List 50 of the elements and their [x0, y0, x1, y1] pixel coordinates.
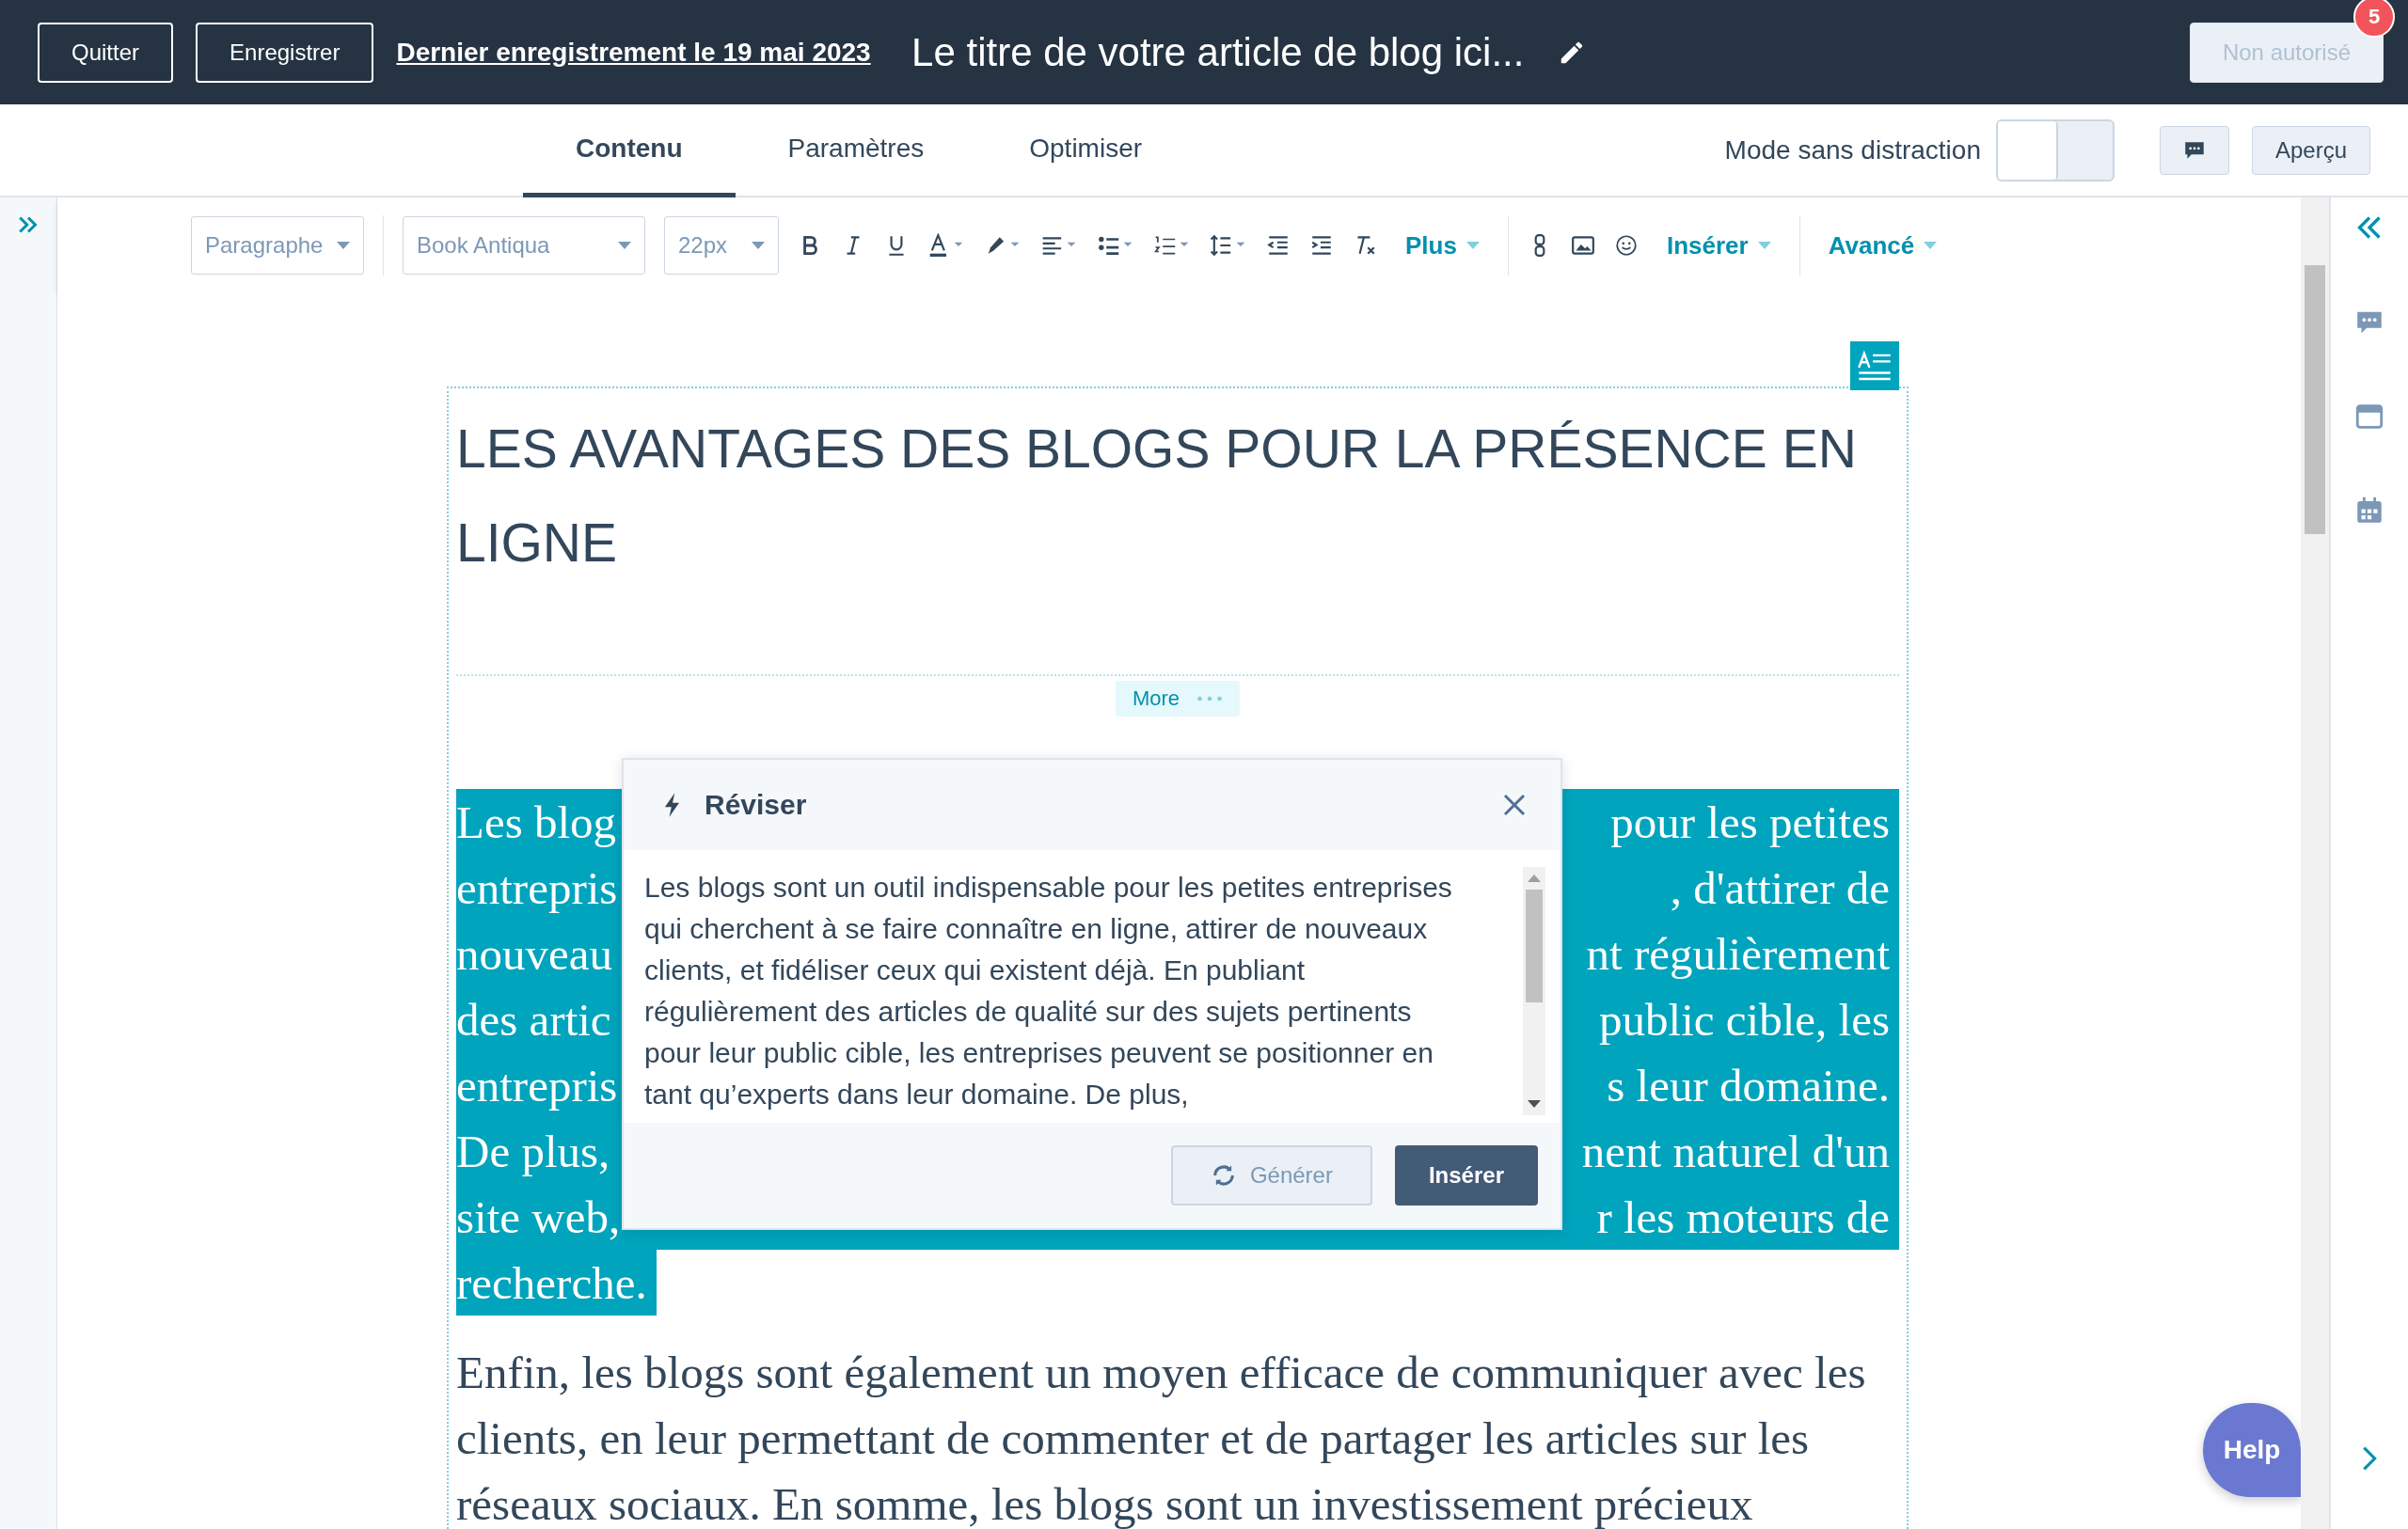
scrollbar[interactable]	[1523, 867, 1545, 1115]
article-title: LES AVANTAGES DES BLOGS POUR LA PRÉSENCE EN LIGNE	[456, 418, 1858, 575]
help-button[interactable]: Help	[2203, 1403, 2301, 1497]
paragraph-text: Enfin, les blogs sont également un moyen efficace de communiquer avec les clients, en leur permettant de commenter et de partager les articles sur les réseaux sociaux. En somme, les blogs sont un investissement précieux	[456, 1346, 1867, 1529]
selected-text: nent naturel d'un	[1581, 1124, 1890, 1178]
font-size-dropdown[interactable]: 22px	[664, 216, 779, 275]
top-bar-button[interactable]: Quitter	[38, 22, 174, 83]
image-icon[interactable]	[1570, 233, 1595, 258]
selected-text: nouveau	[456, 926, 612, 981]
tab[interactable]: Paramètres	[735, 104, 977, 197]
selected-text: De plus,	[456, 1124, 610, 1178]
tab[interactable]: Optimiser	[976, 104, 1196, 197]
toolbar-menu[interactable]: Insérer	[1666, 230, 1771, 260]
insert-button[interactable]: Insérer	[1394, 1145, 1538, 1206]
more-separator-button[interactable]: More	[1115, 681, 1241, 717]
selected-text: Les blog	[456, 795, 617, 849]
indent-icon[interactable]	[1309, 233, 1334, 258]
toolbar-menu[interactable]: Plus	[1405, 230, 1480, 260]
selected-text: nt régulièrement	[1586, 926, 1890, 981]
emoji-icon[interactable]	[1613, 233, 1639, 258]
selected-text: entrepris	[456, 1058, 618, 1112]
post-title: Le titre de votre article de blog ici...	[911, 29, 1525, 75]
selected-text: recherche.	[456, 1255, 647, 1310]
selected-text: des artic	[456, 992, 611, 1047]
notification-badge: 5	[2353, 0, 2395, 38]
selected-text: public cible, les	[1599, 992, 1890, 1047]
numbered-list-icon[interactable]	[1153, 233, 1191, 258]
selected-text: s leur domaine.	[1607, 1058, 1890, 1112]
scrollbar[interactable]	[2301, 197, 2329, 1529]
selected-text: , d'attirer de	[1670, 860, 1890, 915]
last-saved-link[interactable]: Dernier enregistrement le 19 mai 2023	[396, 37, 871, 68]
revised-text: Les blogs sont un outil indispensable pour les petites entreprises qui cherchent à se faire connaître en ligne, attirer de nouveaux clients, et fidéliser ceux qui existent déjà. En publiant régulièrement des articles de qualité sur des sujets pertinents pour leur public cible, les entreprises peuvent se positionner en tant qu’experts dans leur domaine. De plus,	[644, 871, 1453, 1111]
block-format-dropdown[interactable]: Paragraphe	[191, 216, 364, 275]
selected-text: r les moteurs de	[1596, 1190, 1890, 1244]
distraction-mode-label: Mode sans distraction	[1724, 134, 1981, 166]
top-bar-button[interactable]: Enregistrer	[196, 22, 374, 83]
more-dots-icon	[1196, 695, 1224, 702]
distraction-mode-toggle[interactable]	[1995, 118, 2115, 181]
selected-text: pour les petites	[1610, 795, 1890, 849]
preview-button[interactable]: Aperçu	[2251, 125, 2370, 175]
outdent-icon[interactable]	[1266, 233, 1291, 258]
line-spacing-icon[interactable]	[1210, 233, 1247, 258]
text-color-icon[interactable]	[927, 233, 965, 258]
comments-button[interactable]	[2159, 125, 2229, 175]
dialog-title: Réviser	[705, 789, 808, 821]
toolbar-menu[interactable]: Avancé	[1828, 230, 1938, 260]
text-style-icon[interactable]	[1848, 341, 1901, 390]
font-dropdown[interactable]: Book Antiqua	[403, 216, 645, 275]
selected-text: site web,	[456, 1190, 621, 1244]
selected-text: entrepris	[456, 860, 618, 915]
